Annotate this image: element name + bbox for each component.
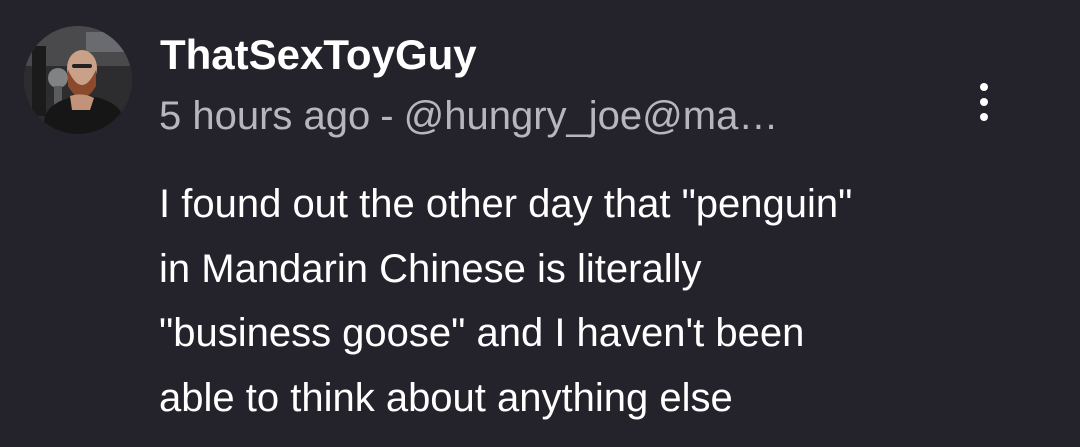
- person-with-beard-icon: [24, 26, 132, 134]
- comment-body: I found out the other day that "penguin"…: [159, 172, 1059, 431]
- comment-card: ThatSexToyGuy 5 hours ago - @hungry_joe@ma…: [0, 0, 1080, 447]
- avatar[interactable]: [24, 26, 132, 134]
- comment-line: I found out the other day that "penguin": [159, 182, 853, 226]
- comment-line: "business goose" and I haven't been: [159, 311, 805, 356]
- more-vertical-icon: [980, 83, 988, 91]
- meta-separator: -: [380, 94, 394, 138]
- comment-line: able to think about anything else: [159, 376, 733, 421]
- timestamp: 5 hours ago: [159, 94, 371, 138]
- author-name[interactable]: ThatSexToyGuy: [160, 34, 477, 76]
- post-meta: 5 hours ago - @hungry_joe@ma…: [159, 96, 778, 136]
- author-handle[interactable]: @hungry_joe@ma…: [404, 94, 779, 138]
- more-options-button[interactable]: [958, 66, 1010, 138]
- comment-line: in Mandarin Chinese is literally: [159, 246, 702, 291]
